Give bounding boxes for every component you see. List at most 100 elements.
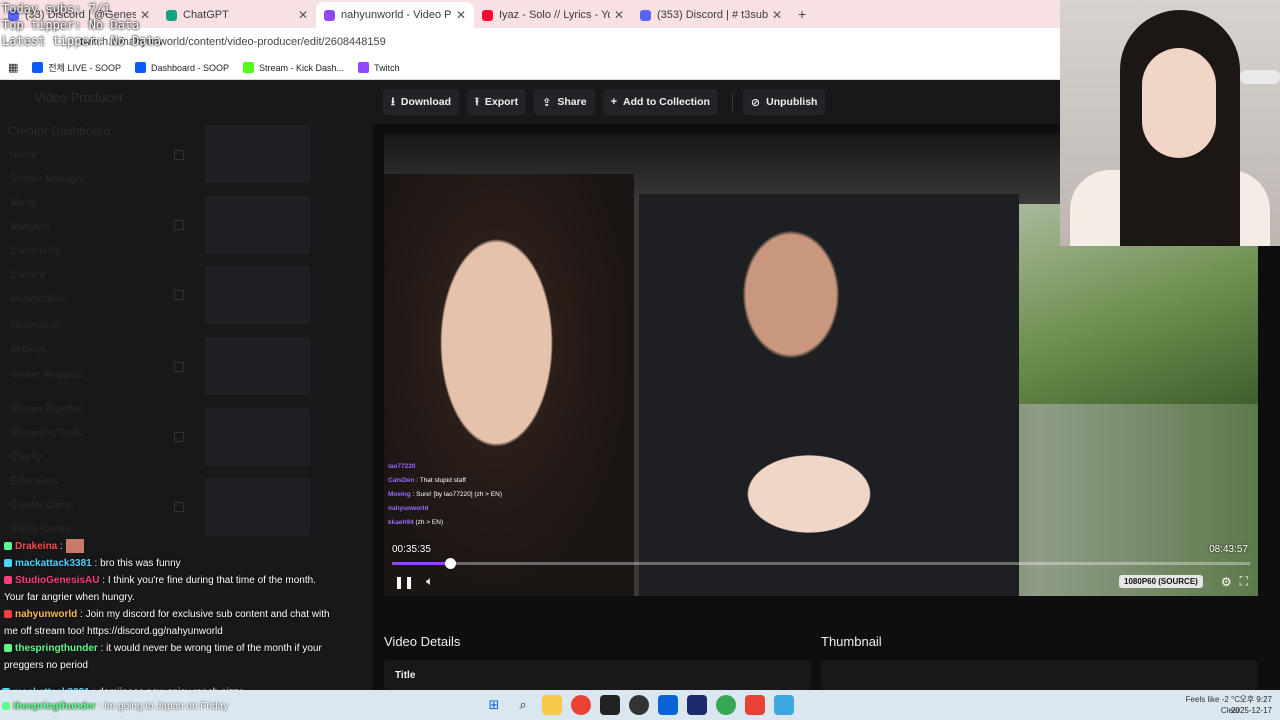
sidebar-item[interactable]: Community xyxy=(10,246,61,257)
soop-icon xyxy=(134,62,146,73)
chat-message: Drakeina : xyxy=(4,538,334,555)
sidebar-item[interactable]: Charity xyxy=(10,452,42,463)
kick-icon xyxy=(243,62,255,73)
sidebar-item[interactable]: Analytics xyxy=(10,222,50,233)
row-checkbox[interactable] xyxy=(174,432,184,442)
video-row-thumb[interactable] xyxy=(205,196,310,254)
thumbnail-heading: Thumbnail xyxy=(821,634,882,649)
bookmark-soop-dashboard[interactable]: Dashboard - SOOP xyxy=(134,62,229,73)
video-chat-line: kkaeh94 (zh > EN) xyxy=(388,519,444,526)
app-icon[interactable] xyxy=(629,695,649,715)
sidebar-item[interactable]: Extensions xyxy=(10,476,59,487)
new-tab-button[interactable]: + xyxy=(790,6,814,28)
export-button[interactable]: ⭱ Export xyxy=(467,89,527,115)
unpublish-button[interactable]: ⊘ Unpublish xyxy=(742,89,826,115)
pause-icon[interactable]: ❚❚ xyxy=(394,575,414,589)
sidebar-item[interactable]: Moderation xyxy=(10,320,60,331)
discord-icon xyxy=(640,9,651,21)
current-time: 00:35:35 xyxy=(392,544,431,555)
sidebar-item[interactable]: Content xyxy=(10,270,45,281)
unpublish-icon: ⊘ xyxy=(750,96,761,109)
sub-badge-icon xyxy=(4,542,12,551)
seek-bar-fill xyxy=(392,562,451,565)
sidebar-section-title: Creator Dashboard xyxy=(8,124,111,138)
tab-youtube[interactable]: Iyaz - Solo // Lyrics - YouTube✕ xyxy=(474,2,632,28)
sidebar-item[interactable]: Viewer Rewards xyxy=(10,370,83,381)
settings-gear-icon[interactable]: ⚙ xyxy=(1221,575,1232,589)
broadcaster-badge-icon xyxy=(4,610,12,619)
file-explorer-icon[interactable] xyxy=(542,695,562,715)
video-details-heading: Video Details xyxy=(384,634,461,649)
system-clock[interactable]: 오후 9:27 2025-12-17 xyxy=(1231,694,1272,716)
share-button[interactable]: ⇪ Share xyxy=(534,89,595,115)
row-checkbox[interactable] xyxy=(174,220,184,230)
share-icon: ⇪ xyxy=(542,96,552,109)
row-checkbox[interactable] xyxy=(174,150,184,160)
title-field-card: Title xyxy=(384,660,811,690)
row-checkbox[interactable] xyxy=(174,290,184,300)
tab-video-producer[interactable]: nahyunworld - Video Producer✕ xyxy=(316,2,474,28)
chatgpt-icon xyxy=(166,9,177,21)
close-tab-icon[interactable]: ✕ xyxy=(456,8,466,22)
app-icon[interactable] xyxy=(658,695,678,715)
fullscreen-icon[interactable]: ⛶ xyxy=(1240,574,1248,589)
app-icon[interactable] xyxy=(745,695,765,715)
video-chat-line: Moeing : Sure! [by lao77220] (zh > EN) xyxy=(388,491,502,498)
row-checkbox[interactable] xyxy=(174,362,184,372)
plus-icon: + xyxy=(610,96,617,108)
close-tab-icon[interactable]: ✕ xyxy=(298,8,308,22)
bookmark-soop-live[interactable]: 전체 LIVE - SOOP xyxy=(32,61,121,74)
apps-icon[interactable]: ▦ xyxy=(8,61,18,74)
windows-start-icon[interactable]: ⊞ xyxy=(484,695,504,715)
volume-icon[interactable]: 🔈︎ xyxy=(426,574,433,589)
video-row-thumb[interactable] xyxy=(205,266,310,324)
notepad-icon[interactable] xyxy=(774,695,794,715)
streamer-figure xyxy=(384,174,634,596)
tab-chatgpt[interactable]: ChatGPT ✕ xyxy=(158,2,316,28)
download-icon: ⭳ xyxy=(391,95,395,108)
sidebar-item[interactable]: Alerts xyxy=(10,198,36,209)
seek-bar[interactable] xyxy=(392,558,1250,569)
tab-discord-2[interactable]: (353) Discord | # t3subs ✕ xyxy=(632,2,790,28)
sidebar-item[interactable]: Settings xyxy=(10,344,46,355)
bookmark-twitch[interactable]: Twitch xyxy=(358,62,400,73)
sidebar-item[interactable]: Home xyxy=(10,150,37,161)
search-icon[interactable]: ⌕ xyxy=(513,695,533,715)
emote-icon xyxy=(65,539,84,554)
close-tab-icon[interactable]: ✕ xyxy=(772,8,782,22)
row-checkbox[interactable] xyxy=(174,502,184,512)
video-chat-line: CatsDen : That stupid staff xyxy=(388,477,466,484)
chrome-icon[interactable] xyxy=(571,695,591,715)
video-row-thumb[interactable] xyxy=(205,125,310,183)
sub-badge-icon xyxy=(4,644,12,653)
quality-badge[interactable]: 1080P60 (SOURCE) xyxy=(1119,575,1203,588)
title-label: Title xyxy=(395,670,416,681)
app-icon[interactable] xyxy=(687,695,707,715)
thumbnail-card[interactable] xyxy=(821,660,1258,690)
video-chat-overlay: lao77220 CatsDen : That stupid staff Moe… xyxy=(388,460,502,530)
sidebar-item[interactable]: Safety Center xyxy=(10,524,71,535)
video-row-thumb[interactable] xyxy=(205,337,310,395)
microphone xyxy=(1240,70,1280,84)
bookmark-kick[interactable]: Stream - Kick Dash... xyxy=(243,62,344,73)
page-title: Video Producer xyxy=(34,90,124,105)
chat-message: StudioGenesisAU : I think you're fine du… xyxy=(4,575,316,603)
stream-stats-overlay: Today subs: 7/1 Top tipper: No Data Late… xyxy=(2,2,161,48)
chrome-icon[interactable] xyxy=(716,695,736,715)
export-icon: ⭱ xyxy=(475,95,479,108)
sidebar-item[interactable]: Stream Manager xyxy=(10,174,84,185)
sidebar-item[interactable]: Creator Camp xyxy=(10,500,73,511)
close-tab-icon[interactable]: ✕ xyxy=(614,8,624,22)
obs-icon[interactable] xyxy=(600,695,620,715)
chat-message: mackattack3381 : bro this was funny xyxy=(4,555,334,572)
video-row-thumb[interactable] xyxy=(205,478,310,536)
sidebar-item[interactable]: Stream Together xyxy=(10,404,84,415)
video-row-thumb[interactable] xyxy=(205,408,310,466)
download-button[interactable]: ⭳ Download xyxy=(383,89,460,115)
streamer-face xyxy=(1142,48,1216,158)
sidebar-item[interactable]: Streaming Tools xyxy=(10,428,82,439)
sidebar-item[interactable]: Monetization xyxy=(10,294,67,305)
add-to-collection-button[interactable]: + Add to Collection xyxy=(602,89,718,115)
sub-badge-icon xyxy=(4,576,12,585)
video-toolbar: ⭳ Download ⭱ Export ⇪ Share + Add to Collect… xyxy=(373,80,1060,124)
